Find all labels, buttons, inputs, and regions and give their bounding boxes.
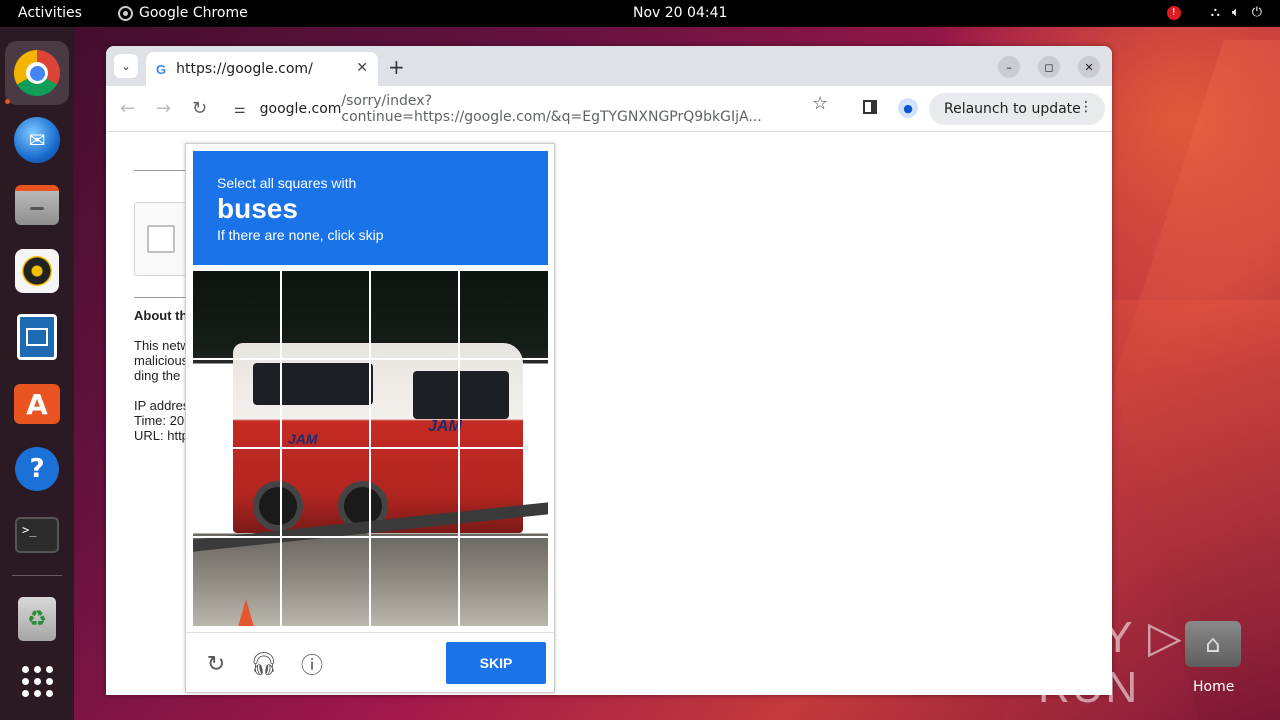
alert-icon[interactable]: ! <box>1166 5 1181 20</box>
tab-title: https://google.com/ <box>176 61 313 77</box>
url-host: google.com <box>259 101 342 117</box>
captcha-tile[interactable] <box>460 449 547 536</box>
info-icon[interactable]: ⓘ <box>298 650 326 678</box>
maximize-button[interactable]: ◻ <box>1038 56 1060 78</box>
captcha-instruction: Select all squares with <box>217 175 357 191</box>
close-window-button[interactable]: ✕ <box>1078 56 1100 78</box>
captcha-target: buses <box>217 193 298 224</box>
reload-challenge-icon[interactable]: ↻ <box>202 650 230 678</box>
chevron-down-icon: ⌄ <box>121 59 131 73</box>
trash-icon: ♻ <box>18 597 56 641</box>
home-folder-label[interactable]: Home <box>1193 679 1234 695</box>
minimize-button[interactable]: – <box>998 56 1020 78</box>
writer-icon <box>17 314 57 360</box>
reload-button[interactable]: ↻ <box>192 98 207 119</box>
captcha-tile[interactable] <box>282 360 369 447</box>
captcha-challenge: Select all squares with buses If there a… <box>185 143 555 693</box>
captcha-tile[interactable] <box>193 449 280 536</box>
captcha-header: Select all squares with buses If there a… <box>193 151 548 265</box>
dock-trash[interactable]: ♻ <box>5 587 69 651</box>
dock-app-center[interactable]: A <box>5 369 69 433</box>
forward-button[interactable]: → <box>156 98 171 119</box>
files-icon <box>15 185 59 225</box>
activities-button[interactable]: Activities <box>18 5 82 21</box>
system-tray[interactable]: ! ⛬ 🔈︎ ⏻ <box>1166 5 1262 20</box>
profile-avatar-icon[interactable]: ● <box>898 98 918 118</box>
network-icon[interactable]: ⛬ <box>1211 5 1220 20</box>
recaptcha-checkbox[interactable] <box>147 225 175 253</box>
dock: ✉ A ? >_ ♻ <box>0 27 74 720</box>
thunderbird-icon: ✉ <box>14 117 60 163</box>
help-icon: ? <box>15 447 59 491</box>
app-menu[interactable]: Google Chrome <box>118 5 248 21</box>
chrome-icon <box>118 5 133 21</box>
back-button[interactable]: ← <box>120 98 135 119</box>
captcha-tile[interactable] <box>460 360 547 447</box>
captcha-tile[interactable] <box>193 538 280 625</box>
chrome-icon <box>14 50 60 96</box>
dock-files[interactable] <box>5 173 69 237</box>
dock-separator <box>12 575 62 576</box>
show-apps-button[interactable] <box>5 649 69 713</box>
captcha-tile[interactable] <box>460 538 547 625</box>
bookmark-star-icon[interactable]: ☆ <box>812 93 828 114</box>
terminal-icon: >_ <box>15 517 59 553</box>
url-path: /sorry/index?continue=https://google.com… <box>341 93 762 125</box>
dock-help[interactable]: ? <box>5 437 69 501</box>
address-bar[interactable]: ⚌ google.com/sorry/index?continue=https:… <box>226 92 844 126</box>
captcha-tile[interactable] <box>193 271 280 358</box>
dock-rhythmbox[interactable] <box>5 239 69 303</box>
dock-chrome[interactable] <box>5 41 69 105</box>
audio-challenge-icon[interactable]: 🎧︎ <box>250 650 278 678</box>
dock-terminal[interactable]: >_ <box>5 503 69 567</box>
captcha-tile[interactable] <box>282 271 369 358</box>
relaunch-button[interactable]: Relaunch to update ⋮ <box>929 93 1105 125</box>
tab-google[interactable]: G https://google.com/ ✕ <box>146 52 378 86</box>
volume-icon[interactable]: 🔈︎ <box>1232 5 1240 20</box>
captcha-tile[interactable] <box>193 360 280 447</box>
anyrun-watermark: ANY ▷ RUN <box>1038 613 1184 712</box>
google-favicon-icon: G <box>156 61 167 77</box>
tab-close-icon[interactable]: ✕ <box>356 60 368 76</box>
running-indicator <box>5 99 10 104</box>
clock[interactable]: Nov 20 04:41 <box>633 5 727 21</box>
dock-writer[interactable] <box>5 305 69 369</box>
about-heading: About th <box>134 308 188 323</box>
home-folder-icon[interactable]: ⌂ <box>1185 621 1241 667</box>
browser-toolbar: ← → ↻ ⚌ google.com/sorry/index?continue=… <box>106 86 1112 132</box>
site-info-icon[interactable]: ⚌ <box>234 102 246 117</box>
side-panel-icon[interactable] <box>863 100 877 114</box>
tab-strip: ⌄ G https://google.com/ ✕ + – ◻ ✕ <box>106 46 1112 86</box>
skip-button[interactable]: SKIP <box>446 642 546 684</box>
captcha-tile[interactable] <box>282 449 369 536</box>
power-icon[interactable]: ⏻ <box>1252 5 1262 20</box>
captcha-tile[interactable] <box>282 538 369 625</box>
rhythmbox-icon <box>15 249 59 293</box>
captcha-tile[interactable] <box>371 271 458 358</box>
captcha-tile[interactable] <box>460 271 547 358</box>
captcha-tile[interactable] <box>371 360 458 447</box>
relaunch-label: Relaunch to update <box>944 101 1081 117</box>
app-grid-icon <box>21 665 53 697</box>
dock-thunderbird[interactable]: ✉ <box>5 108 69 172</box>
captcha-tile[interactable] <box>371 538 458 625</box>
captcha-footer-divider <box>186 632 554 633</box>
menu-dots-icon[interactable]: ⋮ <box>1079 99 1093 115</box>
captcha-image-grid: JAM JAM <box>193 271 548 626</box>
top-bar: Activities Google Chrome Nov 20 04:41 ! … <box>0 0 1280 27</box>
new-tab-button[interactable]: + <box>388 55 405 79</box>
tab-search-button[interactable]: ⌄ <box>114 54 138 78</box>
app-center-icon: A <box>14 384 60 424</box>
captcha-tile[interactable] <box>371 449 458 536</box>
app-menu-label: Google Chrome <box>139 5 248 21</box>
captcha-hint: If there are none, click skip <box>217 227 384 243</box>
